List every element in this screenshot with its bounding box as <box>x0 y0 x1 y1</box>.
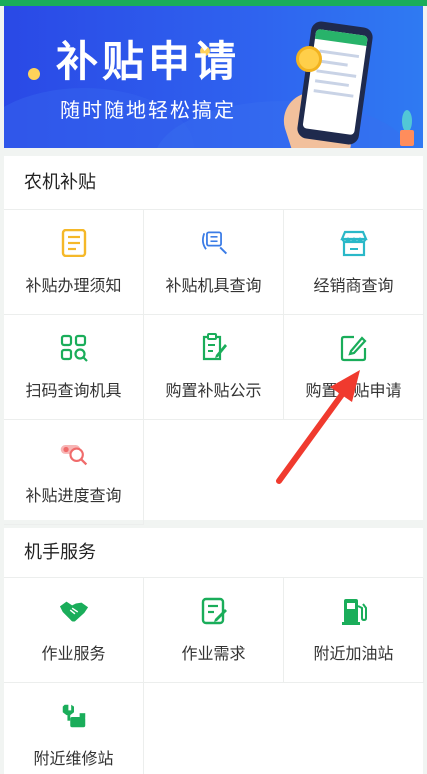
banner-subtitle: 随时随地轻松搞定 <box>60 98 236 122</box>
form-edit-icon <box>199 596 229 626</box>
grid-item-label: 补贴机具查询 <box>165 276 262 295</box>
clipboard-edit-icon <box>199 333 229 363</box>
grid-item-work-demand[interactable]: 作业需求 <box>144 578 284 683</box>
grid-item-dealer-query[interactable]: 经销商查询 <box>284 210 424 315</box>
grid-item-subsidy-equipment-query[interactable]: 补贴机具查询 <box>144 210 284 315</box>
section-title: 农机补贴 <box>4 156 423 210</box>
subsidy-banner[interactable]: 补贴申请 随时随地轻松搞定 <box>4 6 423 148</box>
grid-item-subsidy-application[interactable]: 购置补贴申请 <box>284 315 424 420</box>
document-list-icon <box>59 228 89 258</box>
grid-item-label: 购置补贴公示 <box>165 381 262 400</box>
grid-item-label: 扫码查询机具 <box>25 381 122 400</box>
plant-illustration <box>396 110 418 146</box>
section-title: 机手服务 <box>4 528 423 578</box>
grid-item-work-service[interactable]: 作业服务 <box>4 578 144 683</box>
handshake-icon <box>59 596 89 626</box>
grid-item-label: 购置补贴申请 <box>305 381 402 400</box>
grid-item-label: 附近维修站 <box>33 749 114 768</box>
grid-item-label: 补贴进度查询 <box>25 486 122 505</box>
progress-search-icon <box>59 438 89 468</box>
store-icon <box>339 228 369 258</box>
grid-item-label: 经销商查询 <box>313 276 394 295</box>
section-operator-service: 机手服务 作业服务 作业需求 附近加油站 附近维修站 <box>4 528 424 774</box>
grid-item-label: 附近加油站 <box>313 644 394 663</box>
scan-code-icon <box>59 333 89 363</box>
gas-station-icon <box>339 596 369 626</box>
gold-coin-illustration <box>296 46 322 72</box>
grid-item-subsidy-publicity[interactable]: 购置补贴公示 <box>144 315 284 420</box>
grid-item-nearby-repair-station[interactable]: 附近维修站 <box>4 683 144 774</box>
repair-icon <box>59 701 89 731</box>
grid-item-subsidy-notice[interactable]: 补贴办理须知 <box>4 210 144 315</box>
section-farm-subsidy: 农机补贴 补贴办理须知 补贴机具查询 经销商查询 扫码查询机具 购置补贴公示 购… <box>4 156 424 525</box>
grid-item-subsidy-progress[interactable]: 补贴进度查询 <box>4 420 144 525</box>
grid-item-scan-equipment[interactable]: 扫码查询机具 <box>4 315 144 420</box>
grid-item-nearby-gas-station[interactable]: 附近加油站 <box>284 578 424 683</box>
grid-item-label: 作业服务 <box>41 644 106 663</box>
grid-item-label: 补贴办理须知 <box>25 276 122 295</box>
coin-decoration <box>28 68 40 80</box>
grid-item-label: 作业需求 <box>181 644 246 663</box>
banner-title: 补贴申请 <box>56 37 241 86</box>
subsidy-search-icon <box>199 228 229 258</box>
edit-square-icon <box>339 333 369 363</box>
